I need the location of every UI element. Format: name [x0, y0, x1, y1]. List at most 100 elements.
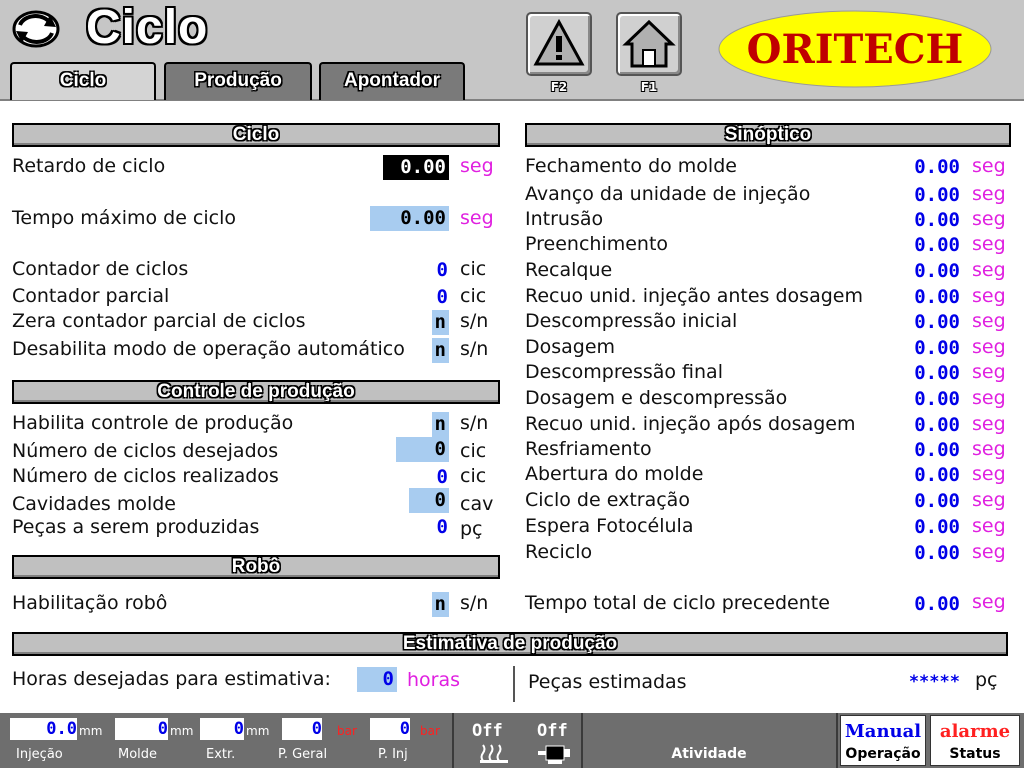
sinoptico-row-value: 0.00	[914, 516, 960, 538]
ciclos-realizados-unit: cic	[460, 465, 487, 487]
habilitacao-robo-field[interactable]: n	[432, 592, 449, 617]
ciclos-desejados-field[interactable]: 0	[396, 437, 449, 462]
heater-state: Off	[472, 721, 503, 741]
cavidades-label: Cavidades molde	[12, 493, 176, 515]
tempo-total-label: Tempo total de ciclo precedente	[525, 592, 830, 614]
zera-field[interactable]: n	[432, 310, 449, 335]
desabilita-label: Desabilita modo de operação automático	[12, 338, 405, 360]
motor-state: Off	[537, 721, 568, 741]
status-bar: 0.0 mm Injeção 0 mm Molde 0 mm Extr. 0 b…	[0, 713, 1024, 768]
contador-value: 0	[436, 259, 448, 281]
sinoptico-row-label: Avanço da unidade de injeção	[525, 183, 811, 205]
status-separator	[452, 713, 454, 768]
home-icon	[622, 19, 676, 68]
habilitacao-robo-label: Habilitação robô	[12, 592, 168, 614]
ciclos-realizados-value: 0	[436, 466, 448, 488]
sinoptico-row-value: 0.00	[914, 439, 960, 461]
sinoptico-row-unit: seg	[972, 515, 1006, 537]
section-robo: Robô	[12, 555, 500, 579]
habilita-controle-label: Habilita controle de produção	[12, 412, 294, 434]
contador-label: Contador de ciclos	[12, 258, 189, 280]
sinoptico-row-value: 0.00	[914, 209, 960, 231]
pecas-estimadas-value: *****	[908, 672, 960, 692]
retardo-field[interactable]: 0.00	[383, 155, 449, 180]
sinoptico-row-label: Descompressão final	[525, 361, 723, 383]
retardo-label: Retardo de ciclo	[12, 155, 166, 177]
zera-unit: s/n	[460, 310, 489, 332]
sinoptico-row-unit: seg	[972, 336, 1006, 358]
tab-apontador[interactable]: Apontador	[319, 62, 465, 100]
sinoptico-row-label: Intrusão	[525, 208, 604, 230]
section-estimativa: Estimativa de produção	[12, 632, 1008, 656]
injecao-caption: Injeção	[16, 747, 63, 762]
section-ciclo: Ciclo	[12, 123, 500, 147]
sinoptico-row-value: 0.00	[914, 260, 960, 282]
horas-desejadas-label: Horas desejadas para estimativa:	[12, 668, 331, 690]
horas-desejadas-field[interactable]: 0	[357, 667, 397, 692]
f2-label: F2	[550, 80, 568, 94]
contador-parcial-label: Contador parcial	[12, 285, 170, 307]
pecas-estimadas-label: Peças estimadas	[528, 671, 687, 693]
tempo-max-unit: seg	[460, 207, 494, 229]
status-caption: Status	[949, 746, 1001, 762]
section-controle-producao: Controle de produção	[12, 380, 500, 404]
sinoptico-row-value: 0.00	[914, 464, 960, 486]
tab-producao[interactable]: Produção	[164, 62, 312, 100]
sinoptico-row-unit: seg	[972, 463, 1006, 485]
sinoptico-row-unit: seg	[972, 438, 1006, 460]
heater-icon	[480, 744, 508, 763]
zera-label: Zera contador parcial de ciclos	[12, 310, 306, 332]
cavidades-unit: cav	[460, 493, 494, 515]
sinoptico-row-value: 0.00	[914, 156, 960, 178]
motor-icon	[538, 745, 570, 764]
habilitacao-robo-unit: s/n	[460, 592, 489, 614]
sinoptico-row-unit: seg	[972, 183, 1006, 205]
sinoptico-row-unit: seg	[972, 259, 1006, 281]
header: Ciclo Ciclo Produção Apontador F2 F1 ORI…	[0, 0, 1024, 101]
extr-unit: mm	[246, 724, 270, 738]
contador-unit: cic	[460, 258, 487, 280]
sinoptico-row-value: 0.00	[914, 490, 960, 512]
pecas-unit: pç	[460, 518, 483, 540]
p-inj-unit: bar	[420, 724, 440, 738]
sinoptico-row-label: Fechamento do molde	[525, 155, 737, 177]
pecas-value: 0	[436, 516, 448, 538]
molde-unit: mm	[170, 724, 194, 738]
molde-value: 0	[115, 718, 168, 740]
desabilita-field[interactable]: n	[432, 338, 449, 363]
sinoptico-row-label: Recalque	[525, 259, 613, 281]
ciclos-desejados-label: Número de ciclos desejados	[12, 440, 279, 462]
sinoptico-row-value: 0.00	[914, 234, 960, 256]
sinoptico-row-value: 0.00	[914, 337, 960, 359]
sinoptico-row-label: Preenchimento	[525, 233, 669, 255]
alarm-f2-button[interactable]	[526, 12, 592, 76]
sinoptico-row-value: 0.00	[914, 311, 960, 333]
cycle-icon	[12, 10, 60, 48]
tab-ciclo[interactable]: Ciclo	[10, 62, 156, 100]
estimativa-divider	[513, 666, 515, 702]
sinoptico-row-label: Reciclo	[525, 541, 593, 563]
sinoptico-row-unit: seg	[972, 361, 1006, 383]
injecao-unit: mm	[79, 724, 103, 738]
habilita-controle-field[interactable]: n	[432, 412, 449, 437]
sinoptico-row-label: Dosagem	[525, 336, 616, 358]
svg-text:ORITECH: ORITECH	[747, 26, 964, 73]
home-f1-button[interactable]	[616, 12, 682, 76]
sinoptico-row-value: 0.00	[914, 542, 960, 564]
horas-unit: horas	[407, 669, 461, 691]
sinoptico-row-label: Descompressão inicial	[525, 310, 738, 332]
status-alarm-button[interactable]: alarme Status	[930, 715, 1020, 766]
tempo-max-field[interactable]: 0.00	[370, 206, 449, 231]
sinoptico-row-unit: seg	[972, 310, 1006, 332]
sinoptico-row-label: Recuo unid. injeção após dosagem	[525, 413, 856, 435]
sinoptico-row-label: Resfriamento	[525, 438, 652, 460]
sinoptico-row-unit: seg	[972, 155, 1006, 177]
sinoptico-row-value: 0.00	[914, 388, 960, 410]
sinoptico-row-unit: seg	[972, 541, 1006, 563]
main-panel: Ciclo Retardo de ciclo 0.00 seg Tempo má…	[0, 103, 1024, 713]
pecas-estimadas-unit: pç	[975, 669, 998, 691]
operacao-mode-button[interactable]: Manual Operação	[840, 715, 926, 766]
ciclos-desejados-unit: cic	[460, 440, 487, 462]
cavidades-field[interactable]: 0	[409, 488, 449, 513]
sinoptico-row-value: 0.00	[914, 286, 960, 308]
